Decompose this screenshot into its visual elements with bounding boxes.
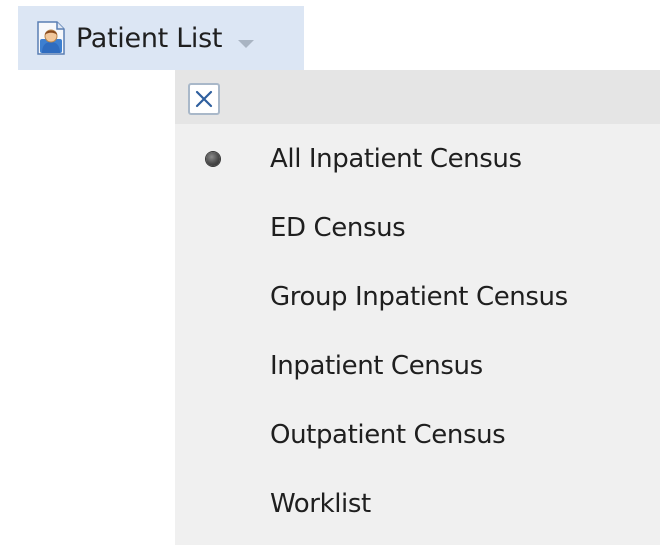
patient-list-icon — [37, 21, 65, 55]
chevron-down-icon — [238, 40, 255, 48]
close-button[interactable] — [188, 83, 220, 115]
menu-item-group-inpatient-census[interactable]: Group Inpatient Census — [175, 262, 660, 331]
menu-item-inpatient-census[interactable]: Inpatient Census — [175, 331, 660, 400]
menu-item-label: Group Inpatient Census — [270, 281, 568, 312]
selected-dot-icon — [206, 152, 220, 166]
menu-item-label: All Inpatient Census — [270, 143, 522, 174]
patient-list-dropdown: All Inpatient Census ED Census Group Inp… — [175, 70, 660, 545]
menu-item-all-inpatient-census[interactable]: All Inpatient Census — [175, 124, 660, 193]
menu-item-outpatient-census[interactable]: Outpatient Census — [175, 400, 660, 469]
menu-item-ed-census[interactable]: ED Census — [175, 193, 660, 262]
menu-item-worklist[interactable]: Worklist — [175, 469, 660, 538]
menu-item-label: Worklist — [270, 488, 371, 519]
menu-item-label: Inpatient Census — [270, 350, 483, 381]
menu-item-label: ED Census — [270, 212, 406, 243]
close-icon — [195, 90, 213, 108]
menu-item-label: Outpatient Census — [270, 419, 506, 450]
patient-list-label: Patient List — [76, 22, 223, 54]
patient-list-menu-button[interactable]: Patient List — [18, 6, 304, 70]
patient-list-menu: All Inpatient Census ED Census Group Inp… — [175, 124, 660, 538]
dropdown-header — [175, 70, 660, 124]
